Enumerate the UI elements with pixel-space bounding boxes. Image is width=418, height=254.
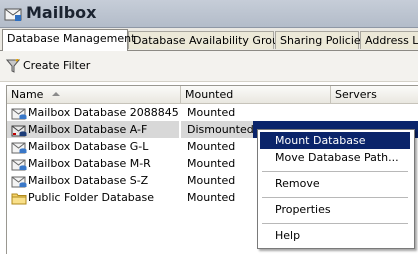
column-header-servers[interactable]: Servers xyxy=(331,86,418,103)
row-name: Mailbox Database M-R xyxy=(28,157,151,170)
column-header-name-label: Name xyxy=(11,88,44,101)
row-status: Mounted xyxy=(187,191,236,204)
row-status: Dismounted xyxy=(181,121,259,138)
filter-icon xyxy=(6,59,20,73)
title-bar: Mailbox xyxy=(0,0,418,28)
mailbox-database-icon xyxy=(11,142,27,153)
row-name: Mailbox Database S-Z xyxy=(28,174,149,187)
context-menu: Mount Database Move Database Path... Rem… xyxy=(257,129,415,249)
column-header-mounted[interactable]: Mounted xyxy=(181,86,331,103)
menu-item-remove[interactable]: Remove xyxy=(260,175,410,192)
tab-database-management[interactable]: Database Management xyxy=(2,29,135,51)
column-header-name[interactable]: Name xyxy=(7,86,181,103)
toolbar: Create Filter xyxy=(0,51,418,82)
page-title: Mailbox xyxy=(26,3,97,22)
tab-sharing-policies[interactable]: Sharing Policies xyxy=(275,31,366,49)
row-status: Mounted xyxy=(187,140,236,153)
row-status: Mounted xyxy=(187,157,236,170)
tab-address-lists[interactable]: Address Lis xyxy=(360,31,418,49)
menu-item-move-database-path[interactable]: Move Database Path... xyxy=(260,149,410,166)
menu-item-mount-database[interactable]: Mount Database xyxy=(260,132,410,149)
public-folder-database-icon xyxy=(11,193,27,204)
tab-strip: Database Management Database Availabilit… xyxy=(0,28,418,51)
menu-separator xyxy=(262,197,408,198)
row-name: Mailbox Database A-F xyxy=(28,123,148,136)
menu-item-properties[interactable]: Properties xyxy=(260,201,410,218)
sort-ascending-icon xyxy=(52,92,60,96)
column-header-row: Name Mounted Servers xyxy=(7,86,418,104)
menu-separator xyxy=(262,223,408,224)
row-status: Mounted xyxy=(187,106,236,119)
row-status: Mounted xyxy=(187,174,236,187)
mailbox-database-icon xyxy=(11,108,27,119)
row-name: Public Folder Database xyxy=(28,191,155,204)
menu-item-help[interactable]: Help xyxy=(260,227,410,244)
tab-database-availability-groups[interactable]: Database Availability Groups xyxy=(128,31,292,49)
create-filter-label: Create Filter xyxy=(23,59,91,72)
mailbox-database-dismounted-icon xyxy=(11,125,27,136)
mailbox-database-icon xyxy=(11,176,27,187)
row-name: Mailbox Database G-L xyxy=(28,140,149,153)
mailbox-icon xyxy=(4,8,22,21)
row-name: Mailbox Database 2088845457 xyxy=(28,106,179,119)
menu-separator xyxy=(262,171,408,172)
create-filter-button[interactable]: Create Filter xyxy=(6,57,90,75)
table-row[interactable]: Mailbox Database 2088845457 Mounted xyxy=(7,104,418,121)
mailbox-database-icon xyxy=(11,159,27,170)
